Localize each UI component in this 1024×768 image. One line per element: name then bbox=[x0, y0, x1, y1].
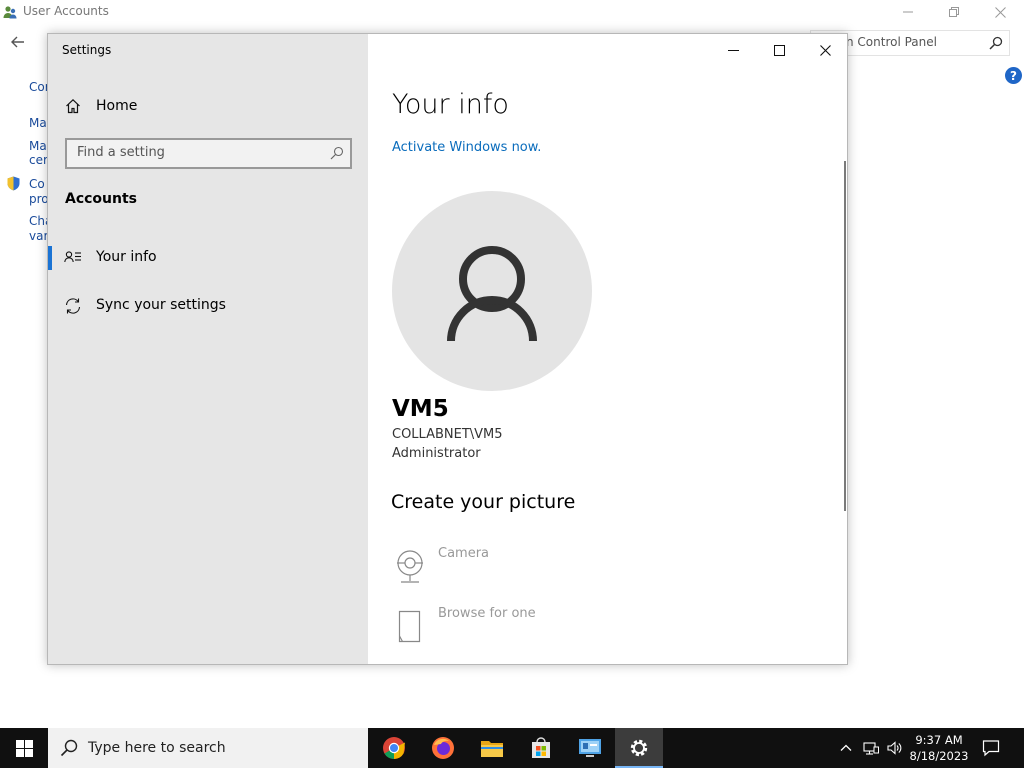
settings-window: Settings Home Find a setting Accounts Yo… bbox=[47, 33, 848, 665]
search-icon[interactable] bbox=[989, 36, 1003, 50]
sync-icon bbox=[65, 298, 81, 314]
settings-content: Your info Activate Windows now. VM5 COLL… bbox=[368, 34, 847, 664]
find-setting-placeholder: Find a setting bbox=[77, 145, 165, 160]
camera-icon bbox=[397, 550, 423, 583]
gear-icon bbox=[630, 739, 648, 757]
nav-item-your-info[interactable]: Your info bbox=[48, 238, 368, 278]
taskbar-app-firefox[interactable] bbox=[419, 728, 467, 768]
browse-option-label: Browse for one bbox=[438, 606, 536, 621]
clock-time: 9:37 AM bbox=[915, 733, 963, 747]
taskbar-clock[interactable]: 9:37 AM 8/18/2023 bbox=[906, 732, 972, 764]
camera-option[interactable]: Camera bbox=[392, 546, 652, 590]
back-button[interactable] bbox=[10, 34, 28, 52]
create-picture-title: Create your picture bbox=[391, 491, 576, 513]
cp-left-item[interactable]: Co bbox=[29, 177, 45, 191]
taskbar-search-box[interactable]: Type here to search bbox=[48, 728, 368, 768]
folder-icon bbox=[481, 741, 503, 757]
content-scrollbar[interactable] bbox=[844, 161, 846, 511]
notification-icon[interactable] bbox=[982, 739, 1000, 757]
cp-left-item[interactable]: Ma bbox=[29, 139, 47, 153]
home-nav-item[interactable]: Home bbox=[48, 90, 368, 124]
minimize-icon bbox=[903, 11, 913, 13]
control-panel-icon bbox=[579, 739, 601, 757]
nav-label: Sync your settings bbox=[96, 297, 226, 313]
taskbar-app-settings[interactable] bbox=[615, 728, 663, 768]
taskbar-app-file-explorer[interactable] bbox=[468, 728, 516, 768]
network-icon[interactable] bbox=[863, 740, 879, 756]
taskbar-app-control-panel[interactable] bbox=[566, 728, 614, 768]
search-icon bbox=[60, 739, 78, 757]
user-domain: COLLABNET\VM5 bbox=[392, 427, 503, 442]
back-arrow-icon bbox=[11, 36, 24, 48]
search-icon[interactable] bbox=[330, 146, 344, 160]
clock-date: 8/18/2023 bbox=[909, 749, 969, 763]
chrome-icon bbox=[383, 737, 405, 759]
user-accounts-icon bbox=[3, 6, 17, 19]
background-minimize-button[interactable] bbox=[885, 0, 931, 24]
taskbar: Type here to search 9:37 AM 8/18/2023 bbox=[0, 728, 1024, 768]
store-icon bbox=[532, 737, 550, 758]
settings-sidebar: Settings Home Find a setting Accounts Yo… bbox=[48, 34, 368, 664]
help-icon[interactable]: ? bbox=[1005, 67, 1022, 84]
camera-option-label: Camera bbox=[438, 546, 490, 561]
cp-left-item[interactable]: Ma bbox=[29, 116, 47, 130]
window-title: Settings bbox=[62, 43, 112, 57]
taskbar-search-placeholder: Type here to search bbox=[88, 740, 226, 756]
person-list-icon bbox=[64, 251, 81, 263]
start-button[interactable] bbox=[0, 728, 48, 768]
cp-left-item[interactable]: pro bbox=[29, 192, 49, 206]
user-silhouette-icon bbox=[447, 246, 537, 342]
user-role: Administrator bbox=[392, 446, 481, 461]
background-close-button[interactable] bbox=[977, 0, 1023, 24]
user-name: VM5 bbox=[392, 396, 449, 422]
browse-option[interactable]: Browse for one bbox=[392, 606, 652, 650]
home-icon bbox=[66, 98, 80, 114]
browse-icon bbox=[398, 610, 421, 643]
page-title: Your info bbox=[392, 89, 509, 120]
avatar bbox=[392, 191, 592, 391]
nav-item-sync-settings[interactable]: Sync your settings bbox=[48, 286, 368, 326]
activate-windows-link[interactable]: Activate Windows now. bbox=[392, 140, 541, 155]
background-restore-button[interactable] bbox=[931, 0, 977, 24]
chevron-up-icon[interactable] bbox=[838, 740, 854, 756]
section-title: Accounts bbox=[65, 191, 138, 207]
restore-icon bbox=[949, 7, 959, 17]
nav-label: Your info bbox=[96, 249, 157, 265]
control-panel-search-text: n Control Panel bbox=[846, 35, 937, 49]
close-icon bbox=[994, 6, 1006, 18]
windows-logo-icon bbox=[15, 739, 33, 757]
background-window-title: User Accounts bbox=[23, 4, 109, 18]
taskbar-app-store[interactable] bbox=[517, 728, 565, 768]
firefox-icon bbox=[432, 737, 454, 759]
find-setting-input[interactable]: Find a setting bbox=[65, 138, 352, 169]
shield-icon bbox=[7, 176, 20, 191]
volume-icon[interactable] bbox=[886, 740, 902, 756]
home-label: Home bbox=[96, 98, 138, 114]
taskbar-app-chrome[interactable] bbox=[370, 728, 418, 768]
background-window-titlebar: User Accounts bbox=[0, 0, 1024, 24]
